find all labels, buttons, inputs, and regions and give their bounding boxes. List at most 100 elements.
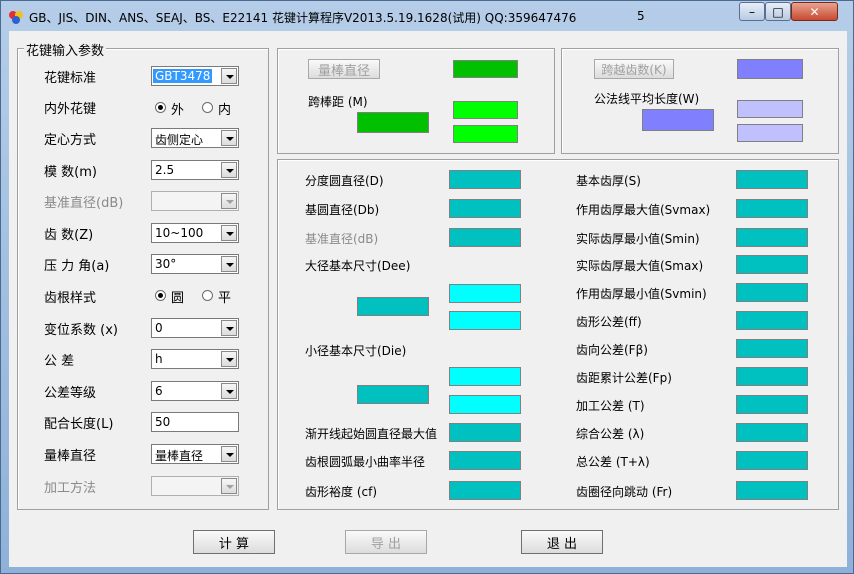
flat-root-radio-label[interactable]: 平 [218,287,231,306]
result-label-base-dia: 基圆直径(Db) [305,203,380,217]
input-params-group: 花键输入参数 花键标准 GBT3478 内外花键 外 内 定心方式 齿侧定心 模… [17,40,269,510]
tolerance-label: 公 差 [44,354,75,369]
standard-label: 花键标准 [44,71,97,86]
inner-radio-label[interactable]: 内 [218,99,231,118]
chevron-down-icon[interactable] [221,162,237,178]
tolerance-value: h [155,352,163,366]
maximize-button[interactable]: □ [765,2,791,21]
outer-radio[interactable] [155,102,166,113]
result-label-composite-tol: 综合公差 (λ) [576,427,645,441]
ref-diameter-select [151,191,239,211]
result-label-helix-tol: 齿向公差(Fβ) [576,343,648,357]
span-teeth-display [737,59,803,79]
result-involute-start [449,423,521,442]
minimize-button[interactable]: – [739,2,765,21]
chevron-down-icon [221,478,237,494]
result-label-involute-start: 渐开线起始圆直径最大值 [305,427,438,441]
chevron-down-icon[interactable] [221,130,237,146]
chevron-down-icon[interactable] [221,351,237,367]
window-title-number: 5 [637,9,645,23]
result-major-dia [357,297,429,316]
result-major-dia-lower [449,311,521,330]
span-label: 跨棒距 (M) [308,95,368,109]
result-label-machining-tol: 加工公差 (T) [576,399,645,413]
module-select[interactable]: 2.5 [151,160,239,180]
grade-value: 6 [155,384,163,398]
result-svmin [736,283,808,302]
result-label-root-radius: 齿根圆弧最小曲率半径 [305,455,426,469]
tolerance-select[interactable]: h [151,349,239,369]
export-button: 导 出 [345,530,427,554]
common-normal-group: 跨越齿数(K) 公法线平均长度(W) [561,48,839,154]
result-form-clearance [449,481,521,500]
inner-outer-label: 内外花键 [44,102,97,117]
result-label-smin: 实际齿厚最小值(Smin) [576,232,700,246]
result-label-major-dia: 大径基本尺寸(Dee) [305,259,411,273]
chevron-down-icon[interactable] [221,383,237,399]
result-label-pitch-tol: 齿距累计公差(Fp) [576,371,672,385]
result-label-pitch-dia: 分度圆直径(D) [305,174,384,188]
span-teeth-button: 跨越齿数(K) [594,59,674,79]
exit-button[interactable]: 退 出 [521,530,603,554]
standard-select[interactable]: GBT3478 [151,66,239,86]
app-window: GB、JIS、DIN、ANS、SEAJ、BS、E22141 花键计算程序V201… [0,0,854,574]
app-icon [9,11,23,24]
shift-label: 变位系数 (x) [44,323,118,338]
round-root-radio-label[interactable]: 圆 [171,287,184,306]
result-minor-dia-upper [449,367,521,386]
result-major-dia-upper [449,284,521,303]
result-pitch-dia [449,170,521,189]
grade-select[interactable]: 6 [151,381,239,401]
input-params-caption: 花键输入参数 [24,40,107,59]
chevron-down-icon[interactable] [221,256,237,272]
length-label: 配合长度(L) [44,417,114,432]
root-style-label: 齿根样式 [44,291,97,306]
result-smax [736,255,808,274]
result-label-svmax: 作用齿厚最大值(Svmax) [576,203,711,217]
shift-select[interactable]: 0 [151,318,239,338]
span-display [357,112,429,133]
result-pitch-tol [736,367,808,386]
length-input[interactable]: 50 [151,412,239,432]
module-value: 2.5 [155,163,175,177]
outer-radio-label[interactable]: 外 [171,99,184,118]
result-base-dia [449,199,521,218]
result-total-tol [736,451,808,470]
centering-label: 定心方式 [44,133,97,148]
result-machining-tol [736,395,808,414]
chevron-down-icon[interactable] [221,68,237,84]
flat-root-radio[interactable] [202,290,213,301]
title-bar[interactable]: GB、JIS、DIN、ANS、SEAJ、BS、E22141 花键计算程序V201… [1,1,853,31]
common-normal-upper-display [737,100,803,118]
rod-diameter-button: 量棒直径 [308,59,380,79]
length-value: 50 [155,415,171,429]
pressure-angle-value: 30° [155,257,177,271]
shift-value: 0 [155,321,163,335]
chevron-down-icon[interactable] [221,320,237,336]
pressure-angle-select[interactable]: 30° [151,254,239,274]
common-normal-label: 公法线平均长度(W) [594,92,700,106]
span-upper-display [453,101,518,119]
result-label-profile-tol: 齿形公差(ff) [576,315,642,329]
rod-diameter-value: 量棒直径 [155,449,204,463]
chevron-down-icon[interactable] [221,446,237,462]
result-label-minor-dia: 小径基本尺寸(Die) [305,344,407,358]
centering-select[interactable]: 齿侧定心 [151,128,239,148]
teeth-select[interactable]: 10~100 [151,223,239,243]
rod-diameter-label: 量棒直径 [44,449,97,464]
result-root-radius [449,451,521,470]
compute-button[interactable]: 计 算 [193,530,275,554]
close-button[interactable]: ✕ [791,2,838,21]
inner-radio[interactable] [202,102,213,113]
result-label-basic-thickness: 基本齿厚(S) [576,174,641,188]
maximize-icon: □ [772,4,784,19]
common-normal-lower-display [737,124,803,142]
method-label: 加工方法 [44,481,97,496]
span-lower-display [453,125,518,143]
chevron-down-icon[interactable] [221,225,237,241]
result-ref-dia [449,228,521,247]
minimize-icon: – [749,4,755,19]
round-root-radio[interactable] [155,290,166,301]
rod-diameter-select[interactable]: 量棒直径 [151,444,239,464]
result-minor-dia-lower [449,395,521,414]
